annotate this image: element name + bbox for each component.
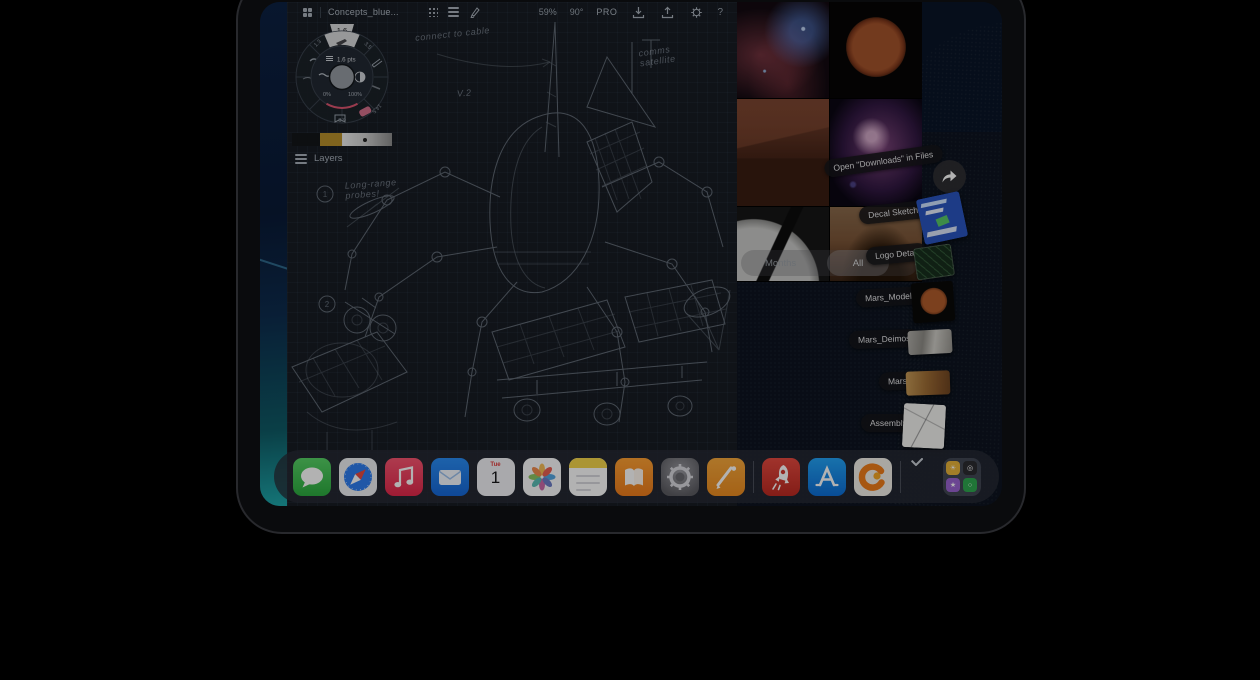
ring-size-3: 6.8 [338,116,346,122]
photo-grid [737,2,922,282]
zoom-level[interactable]: 59% [539,7,557,17]
photos-app-window: Months All [737,2,922,282]
grid-icon [303,8,312,17]
appstore-a-icon [808,458,846,496]
music-note-icon [385,458,423,496]
toolbar-divider [320,7,321,18]
dock-app-concepts[interactable] [854,458,892,496]
books-open-book-icon [615,458,653,496]
dock-app-calendar[interactable]: Tue 1 [477,458,515,496]
brush-size-value: 1.6 pts [337,57,356,64]
import-button[interactable] [630,4,646,20]
swatch-gradient[interactable] [343,133,392,146]
app-library-mini-green: ○ [963,478,977,492]
settings-button[interactable] [688,4,704,20]
projects-grid-button[interactable] [299,4,315,20]
share-forward-button[interactable] [933,160,966,193]
layers-label: Layers [314,153,343,164]
gear-icon [690,6,703,19]
tab-months[interactable]: Months [765,258,796,269]
app-library-mini-star: ★ [946,478,960,492]
rocket-icon [762,458,800,496]
drag-thumb-assembly[interactable] [902,403,946,449]
annotation-version: V.2 [457,87,472,98]
chevron-down-icon [909,458,923,466]
opacity-min-label: 0% [323,92,331,98]
drag-thumb-mars-model[interactable] [911,281,956,324]
layers-icon [295,154,307,164]
ipad-screen: 1 2 connect to cable comms satellit [260,2,1002,506]
export-icon [661,6,674,19]
concepts-app-window: 1 2 connect to cable comms satellit [287,2,737,506]
wheel-center-knob[interactable] [330,65,355,90]
pages-pen-icon [707,458,745,496]
dock-app-settings[interactable] [661,458,699,496]
rotation-value[interactable]: 90° [570,7,584,17]
wallpaper-strip [260,2,287,506]
drag-thumb-logo-detail[interactable] [913,244,955,281]
swatch-black[interactable] [292,133,320,146]
dock-app-appstore[interactable] [808,458,846,496]
drag-thumb-decal-sketches[interactable] [916,191,969,245]
drag-thumb-mars-deimos[interactable] [907,329,952,355]
dock-app-pages[interactable] [707,458,745,496]
import-icon [632,6,645,19]
photos-flower-icon [523,458,561,496]
pen-tool-button[interactable] [467,4,483,20]
pen-nib-icon [469,6,481,18]
help-button[interactable]: ? [717,7,723,18]
dock: Tue 1 [274,450,999,503]
layers-button[interactable]: Layers [295,153,343,164]
svg-text:2: 2 [325,300,330,309]
messages-bubble-icon [293,458,331,496]
dock-app-rocket[interactable] [762,458,800,496]
dock-divider [900,461,901,493]
dock-app-safari[interactable] [339,458,377,496]
export-share-button[interactable] [659,4,675,20]
app-library-mini-camera: ◎ [963,461,977,475]
dock-app-library[interactable]: ☀ ◎ ★ ○ [943,458,981,496]
dock-app-books[interactable] [615,458,653,496]
safari-compass-icon [339,458,377,496]
dock-app-notes[interactable] [569,458,607,496]
tool-wheel[interactable]: 1.6 1.3 3.5 6.8 14.5 [292,23,392,129]
layers-menu-button[interactable] [446,4,462,20]
opacity-max-label: 100% [348,92,362,98]
dock-app-mail[interactable] [431,458,469,496]
app-library-mini-yellow: ☀ [946,461,960,475]
dock-divider [753,461,754,493]
dock-app-messages[interactable] [293,458,331,496]
mail-envelope-icon [431,458,469,496]
gradient-marker [363,138,367,142]
pro-badge[interactable]: PRO [596,7,617,17]
photo-horsehead-nebula[interactable] [737,2,829,98]
precision-grid-button[interactable] [425,4,441,20]
color-swatch-bar[interactable] [292,133,392,146]
stacked-lines-icon [448,7,459,17]
concepts-c-icon [854,458,892,496]
dock-app-photos[interactable] [523,458,561,496]
swatch-gold[interactable] [320,133,342,146]
calendar-day: 1 [491,468,500,487]
ipad-device: 1 2 connect to cable comms satellit [236,0,1026,534]
marketing-stage: 1 2 connect to cable comms satellit [0,0,1260,680]
photo-mars-planet[interactable] [830,2,922,98]
dock-app-music[interactable] [385,458,423,496]
document-title[interactable]: Concepts_blue... [328,7,399,17]
drag-thumb-mars[interactable] [906,370,951,396]
concepts-toolbar: Concepts_blue... 59% 90° PRO [287,2,737,22]
photo-mars-landscape[interactable] [737,99,829,206]
notes-yellow-band [569,458,607,468]
dots-grid-icon [428,7,438,17]
svg-text:1: 1 [323,190,328,199]
forward-arrow-icon [941,169,958,184]
pencil-tool-segment[interactable] [324,31,359,47]
settings-gear-icon [661,458,699,496]
dock-collapse-button[interactable] [909,458,935,496]
